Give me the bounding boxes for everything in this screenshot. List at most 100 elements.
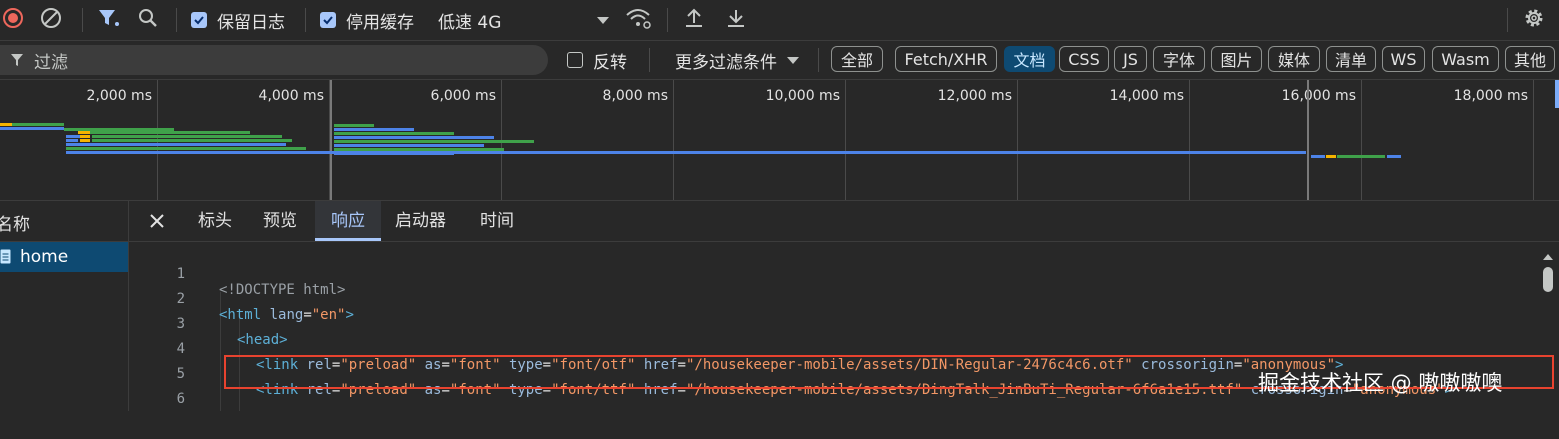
checkbox-checked-icon (191, 12, 207, 28)
requests-pane: 名称 home (0, 201, 129, 411)
upload-icon (683, 7, 705, 34)
clear-icon (40, 7, 62, 34)
timeline-tick-label: 12,000 ms (937, 88, 1012, 104)
timeline-tick-label: 2,000 ms (86, 88, 152, 104)
type-filter-chip[interactable]: 清单 (1326, 46, 1376, 72)
waterfall-bar (334, 148, 504, 151)
type-filter-chip[interactable]: WS (1382, 46, 1425, 72)
waterfall-bar (334, 132, 454, 135)
preserve-log-label: 保留日志 (217, 12, 285, 33)
tab-headers[interactable]: 标头 (198, 201, 232, 241)
waterfall-bar (334, 136, 494, 139)
waterfall-bar (66, 147, 306, 150)
filter-icon (10, 53, 24, 67)
toolbar-divider (667, 8, 668, 32)
throttling-value: 低速 4G (438, 12, 502, 33)
waterfall-bar (92, 135, 282, 138)
type-filter-chip[interactable]: CSS (1059, 46, 1109, 72)
dropdown-arrow-icon (787, 50, 799, 70)
gear-icon (1522, 6, 1546, 35)
type-filter-chip[interactable]: Fetch/XHR (895, 46, 997, 72)
request-row-home[interactable]: home (0, 242, 128, 272)
search-button[interactable] (137, 6, 159, 34)
type-filter-chip[interactable]: 字体 (1153, 46, 1205, 72)
code-line: 1 <!DOCTYPE html> (129, 250, 1559, 298)
waterfall-bar (334, 144, 484, 147)
toolbar-divider (82, 8, 83, 32)
waterfall-bar (66, 139, 78, 142)
document-icon (0, 249, 12, 270)
timeline-gridline (1361, 80, 1362, 200)
code-line: 3 <head> (129, 300, 1559, 348)
scroll-up-arrow-icon[interactable] (1543, 246, 1553, 266)
vertical-scrollbar-thumb[interactable] (1543, 267, 1553, 292)
toolbar-divider (176, 8, 177, 32)
toolbar-divider (1507, 8, 1508, 32)
preserve-log-checkbox[interactable]: 保留日志 (191, 6, 285, 34)
waterfall-bar (334, 152, 454, 155)
network-conditions-button[interactable] (626, 6, 652, 34)
filter-toggle-button[interactable] (97, 6, 121, 34)
invert-checkbox[interactable]: 反转 (567, 46, 627, 74)
timeline-gridline (1017, 80, 1018, 200)
filter-bar: 过滤 反转 更多过滤条件 全部 Fetch/XHR 文档 CSS JS 字体 图片 媒体 清单 W… (0, 41, 1559, 80)
timeline-overview[interactable]: 2,000 ms 4,000 ms 6,000 ms 8,000 ms 10,000 m… (0, 80, 1559, 201)
import-har-button[interactable] (683, 6, 705, 34)
waterfall-bar (1326, 155, 1336, 158)
invert-label: 反转 (593, 52, 627, 73)
timeline-gridline (673, 80, 674, 200)
waterfall-bar (0, 123, 12, 126)
type-filter-chip[interactable]: 媒体 (1268, 46, 1320, 72)
dropdown-arrow-icon (597, 10, 609, 30)
more-filters-label: 更多过滤条件 (675, 52, 777, 73)
line-number: 6 (176, 391, 185, 407)
timeline-scrollbar-handle[interactable] (1555, 80, 1559, 108)
filter-input[interactable]: 过滤 (0, 45, 548, 75)
type-filter-chip[interactable]: 图片 (1211, 46, 1262, 72)
timeline-tick-label: 10,000 ms (765, 88, 840, 104)
toolbar-divider (818, 48, 819, 72)
toolbar-divider (649, 48, 650, 72)
waterfall-bar (334, 128, 414, 131)
detail-tab-bar: 标头 预览 响应 启动器 时间 (129, 201, 1559, 242)
type-filter-chip[interactable]: Wasm (1432, 46, 1499, 72)
disable-cache-checkbox[interactable]: 停用缓存 (320, 6, 414, 34)
timeline-tick-label: 8,000 ms (602, 88, 668, 104)
type-filter-chip[interactable]: 文档 (1004, 46, 1055, 72)
waterfall-bar (66, 151, 1306, 154)
watermark: 掘金技术社区 @ 嗷嗷嗷噢 (1258, 371, 1503, 395)
filter-icon (97, 7, 121, 34)
timeline-tick-label: 4,000 ms (258, 88, 324, 104)
timeline-tick-label: 16,000 ms (1281, 88, 1356, 104)
record-button[interactable] (2, 6, 24, 34)
tab-preview[interactable]: 预览 (263, 201, 297, 241)
clear-button[interactable] (40, 6, 62, 34)
timeline-tick-label: 6,000 ms (430, 88, 496, 104)
type-filter-chip[interactable]: JS (1114, 46, 1147, 72)
timeline-tick-label: 18,000 ms (1453, 88, 1528, 104)
type-filter-chip[interactable]: 全部 (831, 46, 883, 72)
network-settings-button[interactable] (1522, 6, 1546, 34)
code-line: 2 <html lang="en"> (129, 275, 1559, 323)
throttling-select[interactable]: 低速 4G (438, 6, 613, 34)
network-toolbar: 保留日志 停用缓存 低速 4G (0, 0, 1559, 41)
name-column-header[interactable]: 名称 (0, 201, 128, 242)
close-detail-button[interactable] (149, 201, 165, 241)
waterfall-bar (12, 123, 64, 126)
timeline-marker (330, 80, 332, 200)
close-icon (149, 211, 165, 231)
request-detail-pane: 标头 预览 响应 启动器 时间 1 <!DOCTYPE html> 2 <htm… (129, 201, 1559, 411)
tab-initiator[interactable]: 启动器 (395, 201, 446, 241)
type-filter-chip[interactable]: 其他 (1505, 46, 1555, 72)
tab-response[interactable]: 响应 (315, 201, 381, 241)
disable-cache-label: 停用缓存 (346, 12, 414, 33)
name-header-label: 名称 (0, 215, 30, 235)
timeline-gridline (1189, 80, 1190, 200)
timeline-gridline (845, 80, 846, 200)
download-icon (725, 7, 747, 34)
waterfall-bar (78, 131, 90, 134)
export-har-button[interactable] (725, 6, 747, 34)
more-filters-dropdown[interactable]: 更多过滤条件 (675, 46, 799, 74)
tab-timing[interactable]: 时间 (480, 201, 514, 241)
stop-recording-icon (2, 7, 24, 34)
